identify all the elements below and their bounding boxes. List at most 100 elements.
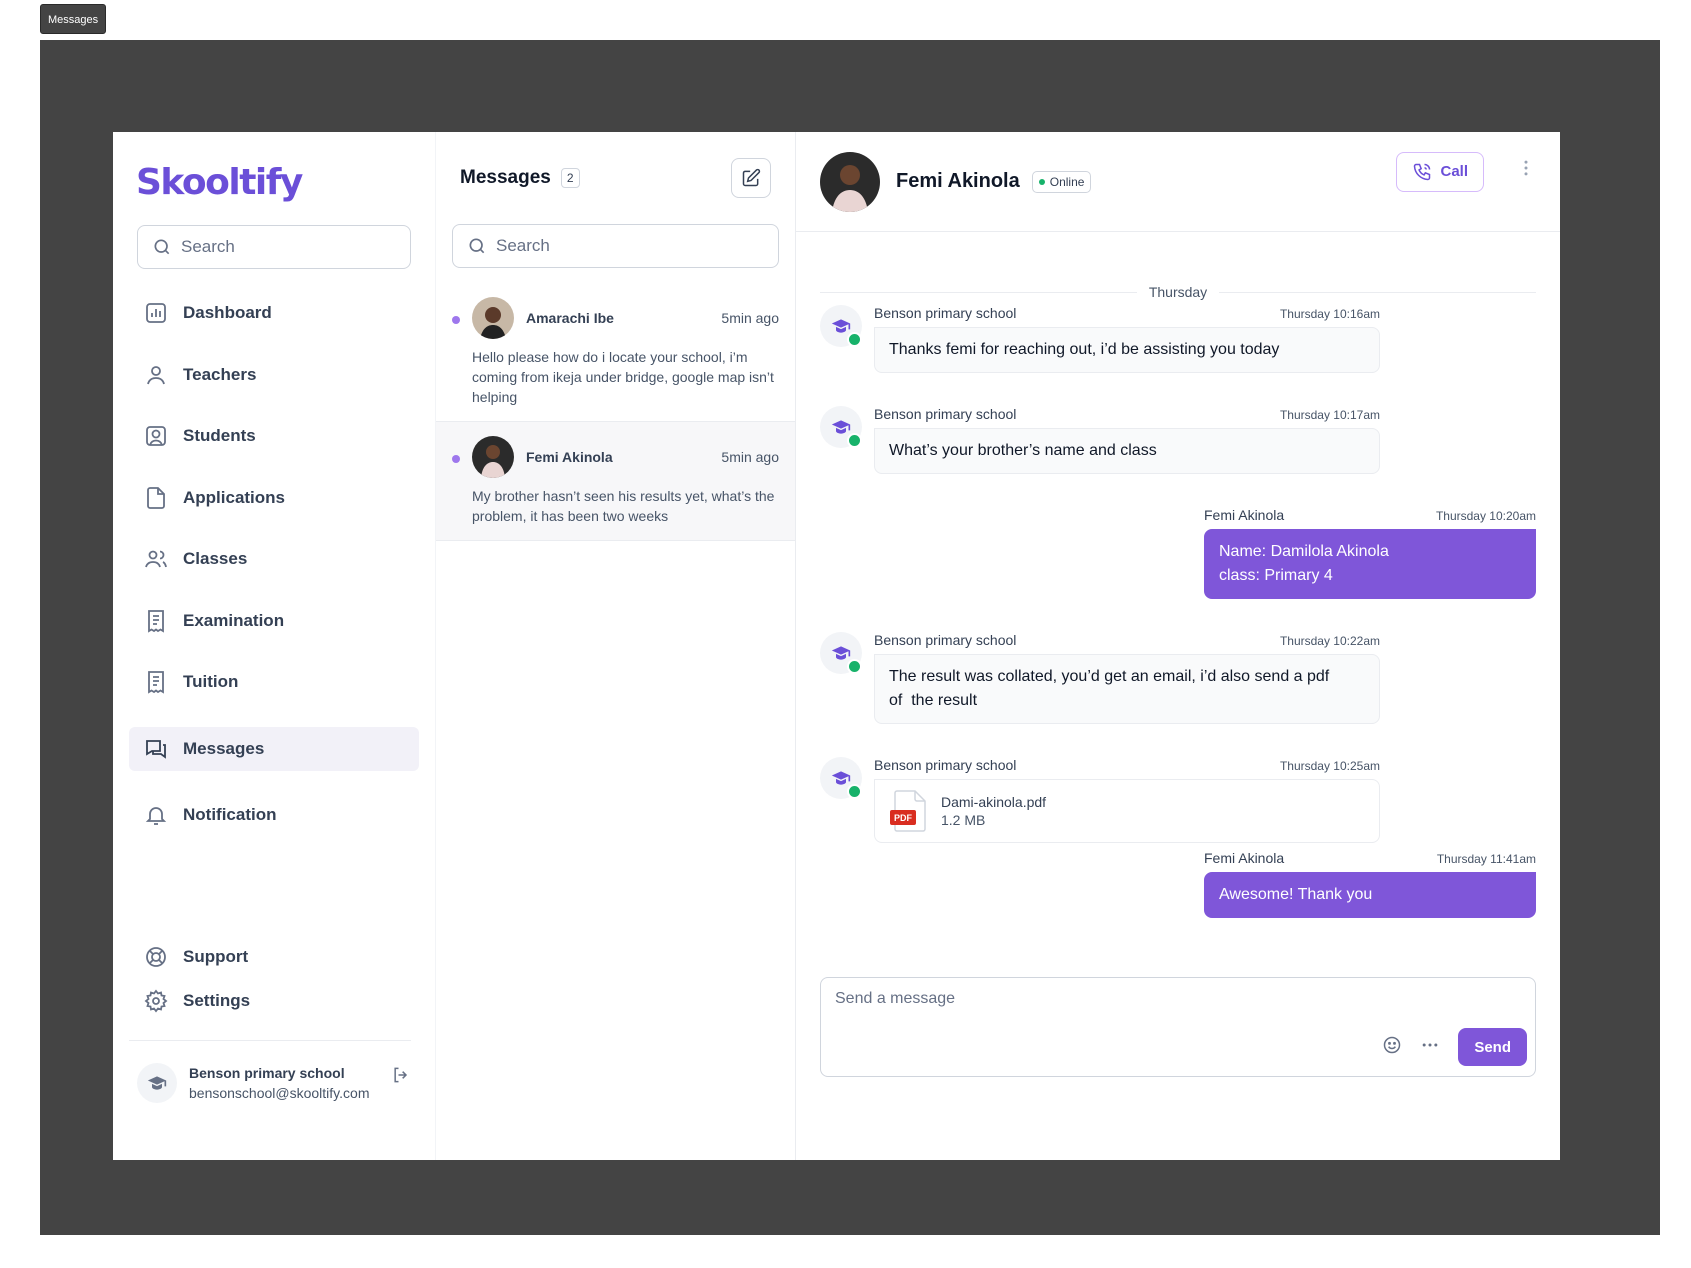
gear-icon	[143, 988, 169, 1014]
file-icon	[143, 485, 169, 511]
sidebar-item-label: Settings	[183, 991, 251, 1010]
sidebar-item-tuition[interactable]: Tuition	[129, 660, 419, 704]
message-sender: Benson primary school	[874, 305, 1017, 321]
contact-name: Femi Akinola	[896, 170, 1020, 192]
message-sender: Femi Akinola	[1204, 850, 1285, 866]
message-search-input[interactable]: Search	[452, 224, 779, 268]
avatar	[472, 436, 514, 478]
message-composer[interactable]: Send a message Send	[820, 977, 1536, 1077]
logout-icon[interactable]	[391, 1065, 411, 1090]
sidebar-nav: Dashboard Teachers Students Applications…	[129, 291, 419, 837]
thread-time: 5min ago	[721, 449, 779, 465]
bar-chart-icon	[143, 300, 169, 326]
graduation-cap-icon	[831, 771, 851, 785]
message-list-title: Messages	[460, 167, 551, 188]
chat-header: Femi Akinola Online Call	[796, 132, 1560, 232]
user-icon	[143, 362, 169, 388]
composer-placeholder: Send a message	[835, 990, 956, 1007]
users-icon	[143, 546, 169, 572]
sidebar-item-examination[interactable]: Examination	[129, 599, 419, 643]
sidebar-item-support[interactable]: Support	[129, 935, 419, 979]
day-divider: Thursday	[820, 284, 1537, 300]
user-profile: Benson primary school bensonschool@skool…	[129, 1040, 411, 1103]
message-incoming: Benson primary school Thursday 10:22am Th…	[820, 632, 1380, 724]
app-window: Skooltify Search Dashboard Teachers Stud…	[113, 132, 1560, 1160]
thread-name: Femi Akinola	[526, 449, 613, 465]
sidebar-item-messages[interactable]: Messages	[129, 727, 419, 771]
sidebar-item-classes[interactable]: Classes	[129, 537, 419, 581]
user-square-icon	[143, 423, 169, 449]
avatar	[820, 757, 862, 799]
message-bubble: The result was collated, you’d get an em…	[874, 654, 1380, 724]
edit-icon	[742, 168, 761, 187]
sidebar-bottom-nav: Support Settings	[137, 935, 411, 1023]
sidebar-item-teachers[interactable]: Teachers	[129, 353, 419, 397]
message-list-panel: Messages 2 Search Amarachi Ibe 5min ago …	[435, 132, 796, 1160]
receipt-icon	[143, 669, 169, 695]
unread-dot	[452, 455, 460, 463]
file-badge: PDF	[894, 813, 913, 823]
sidebar-item-settings[interactable]: Settings	[129, 979, 419, 1023]
avatar	[137, 1063, 177, 1103]
unread-count-badge: 2	[560, 168, 580, 188]
sidebar-item-dashboard[interactable]: Dashboard	[129, 291, 419, 335]
avatar	[820, 305, 862, 347]
sidebar-item-notification[interactable]: Notification	[129, 793, 419, 837]
message-search-placeholder: Search	[496, 236, 550, 255]
send-button[interactable]: Send	[1458, 1028, 1527, 1066]
sidebar-item-label: Applications	[183, 487, 286, 507]
sidebar-item-label: Teachers	[183, 364, 257, 384]
message-sender: Benson primary school	[874, 406, 1017, 422]
sidebar-item-students[interactable]: Students	[129, 414, 419, 458]
message-bubble: Awesome! Thank you	[1204, 872, 1536, 918]
thread-name: Amarachi Ibe	[526, 310, 614, 326]
search-icon	[154, 239, 170, 255]
message-time: Thursday 10:25am	[1279, 759, 1380, 773]
file-attachment[interactable]: PDF Dami-akinola.pdf 1.2 MB	[874, 779, 1380, 843]
sidebar-item-label: Messages	[183, 739, 265, 758]
sidebar-item-applications[interactable]: Applications	[129, 476, 419, 520]
profile-email: bensonschool@skooltify.com	[189, 1085, 370, 1101]
sidebar-search-input[interactable]: Search	[137, 225, 411, 269]
sidebar-item-label: Examination	[183, 610, 285, 630]
pdf-file-icon: PDF	[890, 790, 926, 832]
sidebar-item-label: Tuition	[183, 672, 239, 691]
message-incoming: Benson primary school Thursday 10:16am Th…	[820, 305, 1380, 373]
avatar	[820, 632, 862, 674]
search-icon	[469, 238, 485, 254]
frame-label: Messages	[40, 4, 107, 34]
compose-button[interactable]	[731, 158, 771, 198]
call-label: Call	[1440, 163, 1468, 180]
sidebar-item-label: Classes	[183, 549, 248, 568]
thread-preview: Hello please how do i locate your school…	[472, 349, 774, 405]
sidebar-search-placeholder: Search	[181, 237, 235, 256]
message-time: Thursday 11:41am	[1436, 852, 1536, 866]
graduation-cap-icon	[831, 319, 851, 333]
sidebar-item-label: Notification	[183, 805, 277, 824]
message-line: The result was collated, you’d get an em…	[889, 668, 1330, 685]
chat-panel: Femi Akinola Online Call Thursday Benson…	[796, 132, 1560, 1160]
logo[interactable]: Skooltify	[136, 160, 411, 206]
message-incoming: Benson primary school Thursday 10:17am Wh…	[820, 406, 1380, 474]
thread-preview: My brother hasn’t seen his results yet, …	[472, 488, 775, 524]
message-bubble: Name: Damilola Akinola class: Primary 4	[1204, 529, 1536, 599]
message-outgoing: Femi Akinola Thursday 11:41am Awesome! Th…	[1204, 850, 1536, 918]
more-horizontal-icon[interactable]	[1420, 1035, 1440, 1060]
thread-item[interactable]: Femi Akinola 5min ago My brother hasn’t …	[436, 422, 795, 541]
receipt-icon	[143, 608, 169, 634]
profile-text: Benson primary school bensonschool@skool…	[189, 1063, 369, 1101]
more-vertical-icon[interactable]	[1516, 158, 1536, 183]
sidebar: Skooltify Search Dashboard Teachers Stud…	[113, 132, 435, 1160]
lifebuoy-icon	[143, 944, 169, 970]
message-time: Thursday 10:17am	[1279, 408, 1380, 422]
thread-item[interactable]: Amarachi Ibe 5min ago Hello please how d…	[436, 283, 795, 422]
day-divider-label: Thursday	[1148, 284, 1208, 300]
avatar	[820, 151, 880, 212]
emoji-icon[interactable]	[1382, 1035, 1402, 1060]
call-button[interactable]: Call	[1396, 151, 1484, 192]
avatar	[472, 297, 514, 339]
file-size: 1.2 MB	[941, 812, 986, 828]
profile-name: Benson primary school	[189, 1065, 345, 1081]
message-sender: Benson primary school	[874, 632, 1017, 648]
message-incoming: Benson primary school Thursday 10:25am PD…	[820, 757, 1380, 843]
